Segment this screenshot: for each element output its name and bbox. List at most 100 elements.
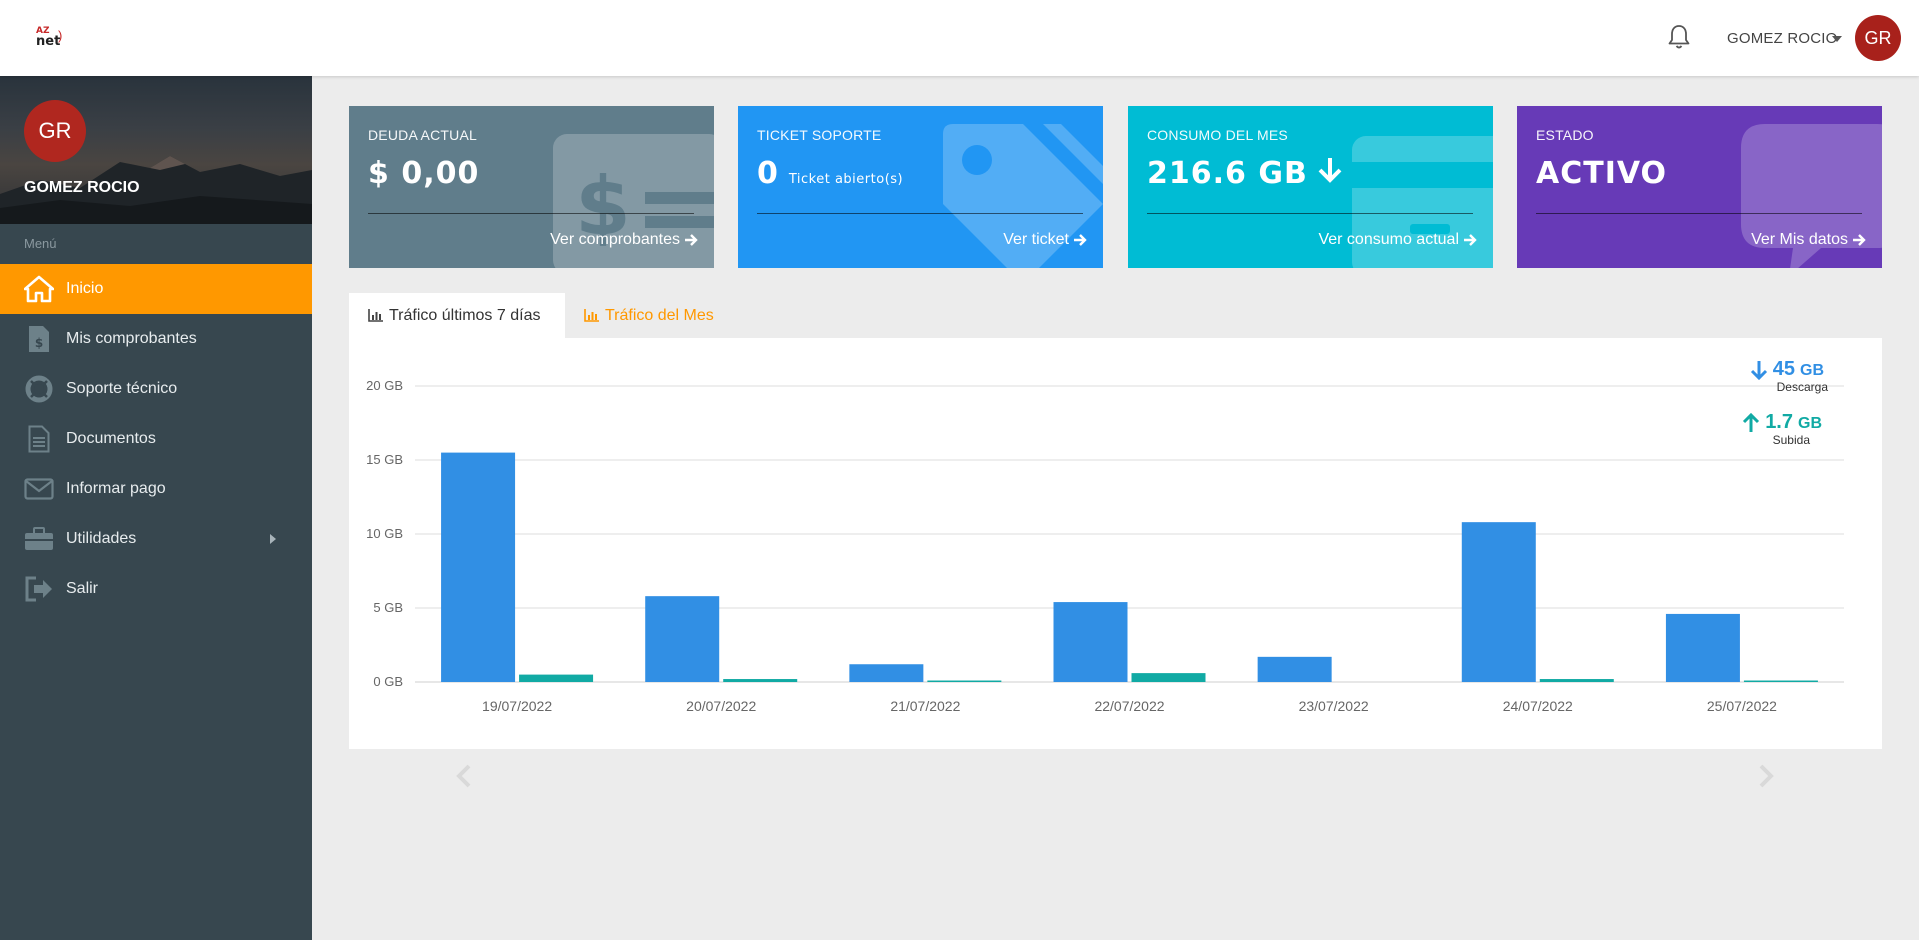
sidebar-item-salir[interactable]: Salir	[0, 564, 312, 614]
y-tick-label: 0 GB	[373, 674, 403, 689]
bar-download	[1461, 522, 1536, 682]
traffic-chart-panel: 0 GB 5 GB 10 GB 15 GB 20 GB 19/07/2022 20/07/2…	[349, 338, 1882, 749]
tab-trafico-7-dias[interactable]: Tráfico últimos 7 días	[349, 293, 565, 338]
ver-mis-datos-link[interactable]: Ver Mis datos	[1751, 231, 1866, 249]
envelope-icon	[24, 474, 54, 504]
y-tick-label: 10 GB	[366, 526, 403, 541]
card-value-text: 0	[757, 156, 779, 191]
bar-download	[849, 664, 924, 682]
upload-total-value: 1.7	[1765, 411, 1793, 433]
tab-label: Tráfico últimos 7 días	[389, 306, 541, 324]
legend-upload: 1.7 GB Subida	[1742, 411, 1822, 447]
x-tick-label: 23/07/2022	[1299, 698, 1369, 714]
card-deuda-actual: $ DEUDA ACTUAL $ 0,00 Ver comprobantes	[349, 106, 714, 268]
x-tick-label: 25/07/2022	[1707, 698, 1777, 714]
arrow-right-icon	[685, 234, 698, 246]
traffic-bar-chart: 0 GB 5 GB 10 GB 15 GB 20 GB 19/07/2022 20/07/2…	[366, 378, 1844, 714]
ver-ticket-link[interactable]: Ver ticket	[1003, 231, 1087, 249]
arrow-down-icon	[1750, 360, 1767, 380]
tab-trafico-del-mes[interactable]: Tráfico del Mes	[565, 293, 735, 338]
card-estado: ESTADO ACTIVO Ver Mis datos	[1517, 106, 1882, 268]
arrow-up-icon	[1743, 412, 1760, 432]
card-title: CONSUMO DEL MES	[1147, 127, 1288, 143]
chevron-left-icon[interactable]	[454, 764, 474, 788]
logo-line-2: net	[36, 34, 61, 49]
brand-logo[interactable]: AZ net )	[36, 26, 70, 50]
sidebar-avatar[interactable]: GR	[24, 100, 86, 162]
bar-download	[1257, 656, 1332, 682]
chevron-down-icon[interactable]	[1832, 36, 1842, 42]
card-link-label: Ver Mis datos	[1751, 231, 1848, 248]
sidebar: GR GOMEZ ROCIO Menú Inicio $ Mis comprob…	[0, 76, 312, 940]
bar-upload	[1743, 680, 1818, 682]
svg-text:$: $	[35, 336, 43, 350]
card-link-label: Ver consumo actual	[1318, 231, 1459, 248]
card-title: ESTADO	[1536, 127, 1594, 143]
card-divider	[757, 213, 1083, 214]
bar-upload	[1539, 679, 1614, 682]
card-ticket-soporte: TICKET SOPORTE 0 Ticket abierto(s) Ver ti…	[738, 106, 1103, 268]
card-value: ACTIVO	[1536, 156, 1667, 191]
y-tick-label: 15 GB	[366, 452, 403, 467]
bell-icon[interactable]	[1666, 23, 1692, 51]
upload-total-unit: GB	[1798, 415, 1822, 432]
sidebar-profile: GR GOMEZ ROCIO	[0, 76, 312, 224]
bar-chart-icon	[368, 309, 383, 322]
x-tick-label: 24/07/2022	[1503, 698, 1573, 714]
menu-heading: Menú	[24, 236, 57, 251]
x-tick-label: 19/07/2022	[482, 698, 552, 714]
sidebar-item-mis-comprobantes[interactable]: $ Mis comprobantes	[0, 314, 312, 364]
avatar[interactable]: GR	[1855, 15, 1901, 61]
sidebar-menu: Inicio $ Mis comprobantes Soporte técnic…	[0, 264, 312, 614]
sidebar-item-documentos[interactable]: Documentos	[0, 414, 312, 464]
user-menu-name[interactable]: GOMEZ ROCIO	[1727, 30, 1838, 47]
download-total-value: 45	[1772, 358, 1795, 380]
card-value: 216.6 GB	[1147, 156, 1342, 191]
card-value-text: $ 0,00	[368, 156, 480, 191]
life-ring-icon	[24, 374, 54, 404]
bar-upload	[723, 679, 798, 682]
bar-download	[441, 452, 516, 682]
card-divider	[368, 213, 694, 214]
tab-label: Tráfico del Mes	[605, 306, 714, 324]
card-title: DEUDA ACTUAL	[368, 127, 477, 143]
ver-consumo-actual-link[interactable]: Ver consumo actual	[1318, 231, 1477, 249]
card-divider	[1147, 213, 1473, 214]
sidebar-item-label: Informar pago	[66, 480, 166, 497]
x-tick-label: 20/07/2022	[686, 698, 756, 714]
sidebar-item-label: Mis comprobantes	[66, 330, 197, 347]
sidebar-user-name: GOMEZ ROCIO	[24, 179, 140, 196]
y-tick-label: 5 GB	[373, 600, 403, 615]
y-tick-label: 20 GB	[366, 378, 403, 393]
top-bar: AZ net ) GOMEZ ROCIO GR	[0, 0, 1919, 76]
sidebar-item-label: Documentos	[66, 430, 156, 447]
chevron-right-icon	[270, 534, 276, 544]
toolbox-icon	[24, 524, 54, 554]
arrow-right-icon	[1464, 234, 1477, 246]
card-value: $ 0,00	[368, 156, 479, 191]
sidebar-item-utilidades[interactable]: Utilidades	[0, 514, 312, 564]
bar-chart-icon	[584, 309, 599, 322]
sidebar-item-label: Utilidades	[66, 530, 137, 547]
bar-download	[1053, 602, 1128, 682]
card-divider	[1536, 213, 1862, 214]
ver-comprobantes-link[interactable]: Ver comprobantes	[550, 231, 698, 249]
document-icon	[24, 424, 54, 454]
sidebar-item-soporte-tecnico[interactable]: Soporte técnico	[0, 364, 312, 414]
upload-caption: Subida	[1772, 433, 1810, 447]
arrow-down-icon	[1318, 158, 1342, 183]
x-tick-label: 22/07/2022	[1094, 698, 1164, 714]
sidebar-item-label: Salir	[66, 580, 99, 597]
sidebar-item-informar-pago[interactable]: Informar pago	[0, 464, 312, 514]
arrow-right-icon	[1853, 234, 1866, 246]
card-value-text: ACTIVO	[1536, 156, 1668, 191]
bar-download	[1665, 613, 1740, 682]
chevron-right-icon[interactable]	[1756, 764, 1776, 788]
bar-upload	[927, 680, 1002, 682]
sidebar-item-label: Inicio	[66, 280, 104, 297]
download-total-unit: GB	[1800, 362, 1824, 379]
bar-upload	[1131, 673, 1206, 682]
invoice-icon: $	[24, 324, 54, 354]
card-title: TICKET SOPORTE	[757, 127, 882, 143]
sidebar-item-inicio[interactable]: Inicio	[0, 264, 312, 314]
